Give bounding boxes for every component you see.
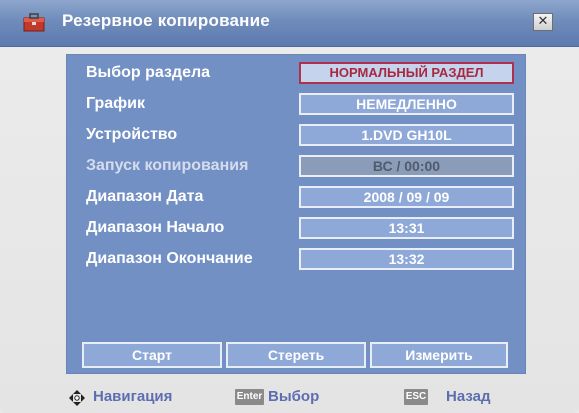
range-start-label: Диапазон Начало	[86, 219, 225, 236]
enter-key-badge: Enter	[235, 389, 264, 405]
window-title: Резервное копирование	[62, 11, 270, 30]
backup-start-label: Запуск копирования	[86, 157, 249, 174]
row-schedule: График НЕМЕДЛЕННО	[66, 91, 526, 119]
select-hint-label: Выбор	[268, 388, 320, 405]
schedule-label: График	[86, 95, 145, 112]
esc-key-badge: ESC	[404, 389, 428, 405]
range-date-label: Диапазон Дата	[86, 188, 204, 205]
start-button[interactable]: Старт	[82, 342, 222, 368]
row-partition: Выбор раздела НОРМАЛЬНЫЙ РАЗДЕЛ	[66, 60, 526, 88]
measure-button[interactable]: Измерить	[370, 342, 508, 368]
partition-select[interactable]: НОРМАЛЬНЫЙ РАЗДЕЛ	[299, 62, 514, 84]
partition-label: Выбор раздела	[86, 64, 211, 81]
row-device: Устройство 1.DVD GH10L	[66, 122, 526, 150]
title-bar: Резервное копирование ✕	[0, 0, 579, 47]
erase-button[interactable]: Стереть	[226, 342, 366, 368]
schedule-select[interactable]: НЕМЕДЛЕННО	[299, 93, 514, 115]
range-start-field[interactable]: 13:31	[299, 217, 514, 239]
row-range-start: Диапазон Начало 13:31	[66, 215, 526, 243]
nav-hint-label: Навигация	[93, 388, 173, 405]
device-select[interactable]: 1.DVD GH10L	[299, 124, 514, 146]
row-backup-start: Запуск копирования ВС / 00:00	[66, 153, 526, 181]
backup-settings-panel: Выбор раздела НОРМАЛЬНЫЙ РАЗДЕЛ График Н…	[66, 54, 526, 374]
back-hint-label: Назад	[446, 388, 491, 405]
device-label: Устройство	[86, 126, 178, 143]
row-range-end: Диапазон Окончание 13:32	[66, 246, 526, 274]
row-range-date: Диапазон Дата 2008 / 09 / 09	[66, 184, 526, 212]
navigation-arrows-icon	[69, 390, 85, 406]
range-date-field[interactable]: 2008 / 09 / 09	[299, 186, 514, 208]
range-end-field[interactable]: 13:32	[299, 248, 514, 270]
range-end-label: Диапазон Окончание	[86, 250, 253, 267]
toolbox-icon	[23, 13, 45, 32]
backup-start-field: ВС / 00:00	[299, 155, 514, 177]
close-icon: ✕	[537, 14, 549, 29]
footer-hints: Навигация Enter Выбор ESC Назад	[0, 382, 579, 410]
backup-window: Резервное копирование ✕ Выбор раздела НО…	[0, 0, 579, 413]
close-button[interactable]: ✕	[533, 13, 553, 31]
